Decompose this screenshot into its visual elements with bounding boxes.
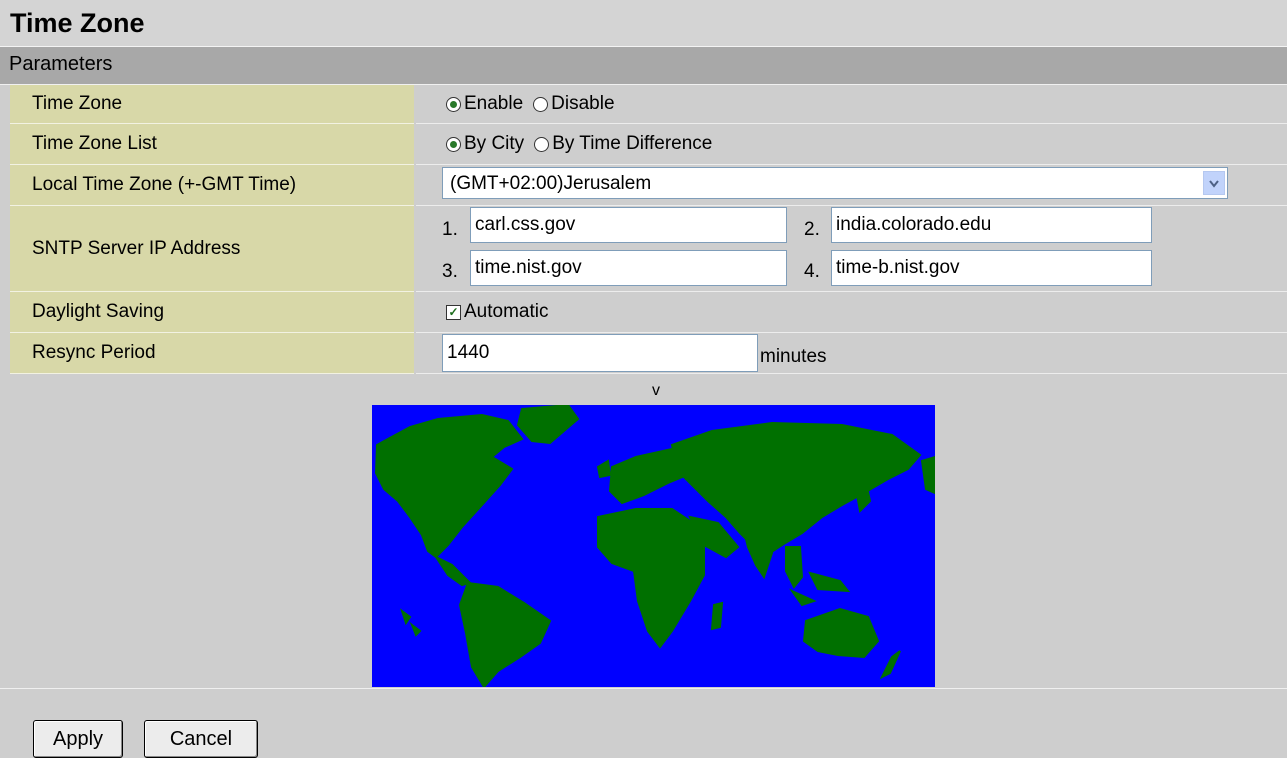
resync-period-value: 1440 xyxy=(447,342,490,363)
daylight-saving-label: Daylight Saving xyxy=(32,301,165,322)
sntp-server-4-value: time-b.nist.gov xyxy=(836,257,960,278)
footer-divider xyxy=(0,688,1287,689)
time-zone-label: Time Zone xyxy=(32,93,123,114)
sntp-server-2-input[interactable]: india.colorado.edu xyxy=(831,207,1152,243)
time-zone-list-radio-group: By City By Time Difference xyxy=(446,133,712,155)
sntp-label: SNTP Server IP Address xyxy=(32,237,241,259)
resync-period-label-cell: Resync Period xyxy=(10,333,414,374)
apply-button[interactable]: Apply xyxy=(33,720,123,758)
local-time-zone-label: Local Time Zone (+-GMT Time) xyxy=(32,174,297,195)
local-time-zone-select[interactable]: (GMT+02:00)Jerusalem xyxy=(442,167,1228,199)
sntp-server-3-input[interactable]: time.nist.gov xyxy=(470,250,787,286)
page-title-text: Time Zone xyxy=(10,8,145,38)
sntp-server-4-input[interactable]: time-b.nist.gov xyxy=(831,250,1152,286)
sntp-server-2-value: india.colorado.edu xyxy=(836,214,992,235)
daylight-saving-value-cell: ✓ Automatic xyxy=(416,292,1287,333)
time-zone-map-marker: v xyxy=(652,382,660,399)
cancel-button[interactable]: Cancel xyxy=(144,720,258,758)
sntp-server-3-value: time.nist.gov xyxy=(475,257,582,278)
disable-radio-label[interactable]: Disable xyxy=(551,93,614,115)
daylight-saving-label-cell: Daylight Saving xyxy=(10,292,414,333)
section-header-text: Parameters xyxy=(9,53,113,75)
resync-period-input[interactable]: 1440 xyxy=(442,334,758,372)
sntp-server-2-number: 2. xyxy=(804,219,820,240)
by-time-difference-radio[interactable] xyxy=(534,136,550,152)
world-map-image xyxy=(374,405,935,687)
time-zone-list-value-cell: By City By Time Difference xyxy=(416,124,1287,165)
enable-radio[interactable] xyxy=(446,96,461,112)
sntp-server-1-input[interactable]: carl.css.gov xyxy=(470,207,787,243)
sntp-server-1-value: carl.css.gov xyxy=(475,214,576,235)
by-city-radio[interactable] xyxy=(446,136,461,152)
local-time-zone-value: (GMT+02:00)Jerusalem xyxy=(450,173,652,194)
sntp-label-cell: SNTP Server IP Address xyxy=(10,206,414,292)
time-zone-label-cell: Time Zone xyxy=(10,85,414,124)
enable-radio-label[interactable]: Enable xyxy=(464,93,523,115)
section-header: Parameters xyxy=(0,47,1287,85)
resync-period-label: Resync Period xyxy=(32,342,156,363)
time-zone-list-label: Time Zone List xyxy=(32,133,157,154)
automatic-checkbox-label[interactable]: Automatic xyxy=(464,301,548,323)
by-time-difference-radio-label[interactable]: By Time Difference xyxy=(552,133,712,155)
daylight-saving-checkbox-group: ✓ Automatic xyxy=(446,301,548,323)
check-icon: ✓ xyxy=(448,304,459,319)
time-zone-radio-group: Enable Disable xyxy=(446,93,615,115)
sntp-server-3-number: 3. xyxy=(442,261,458,282)
resync-period-unit: minutes xyxy=(760,346,827,367)
disable-radio[interactable] xyxy=(533,96,549,112)
page-title: Time Zone xyxy=(0,0,1287,47)
time-zone-value-cell: Enable Disable xyxy=(416,85,1287,124)
sntp-server-4-number: 4. xyxy=(804,261,820,282)
time-zone-list-label-cell: Time Zone List xyxy=(10,124,414,165)
chevron-down-icon[interactable] xyxy=(1203,171,1225,195)
sntp-server-1-number: 1. xyxy=(442,219,458,240)
local-time-zone-label-cell: Local Time Zone (+-GMT Time) xyxy=(10,165,414,206)
by-city-radio-label[interactable]: By City xyxy=(464,133,524,155)
world-map[interactable] xyxy=(372,405,935,687)
automatic-checkbox[interactable]: ✓ xyxy=(446,304,461,320)
